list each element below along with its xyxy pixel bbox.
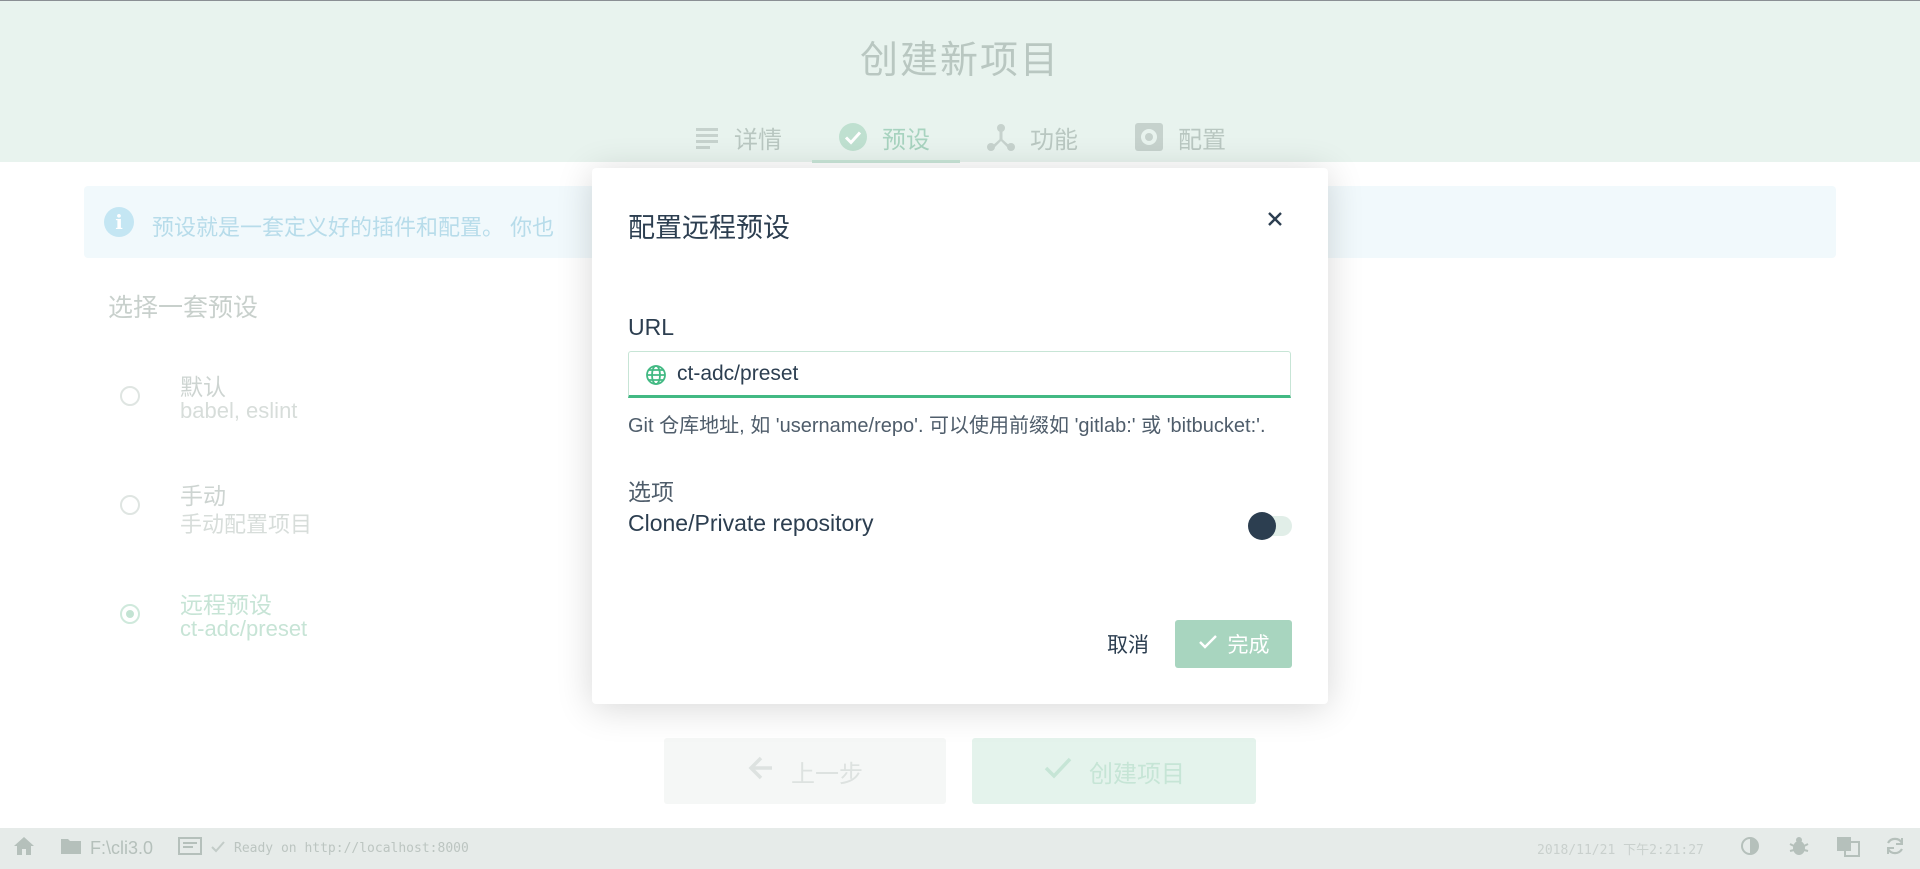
radio-button[interactable]	[120, 495, 140, 515]
url-field[interactable]	[628, 351, 1291, 398]
merge-icon	[986, 122, 1016, 152]
info-text: 预设就是一套定义好的插件和配置。 你也	[152, 215, 555, 240]
radio-button[interactable]	[120, 386, 140, 406]
step-tabs: 详情 预设 功能 配置	[0, 111, 1920, 163]
tab-presets-label: 预设	[882, 126, 930, 154]
done-label: 完成	[1227, 634, 1270, 657]
home-icon	[12, 835, 36, 862]
translate-icon	[1836, 835, 1860, 862]
preset-option-remote[interactable]: 远程预设 ct-adc/preset	[120, 586, 620, 650]
tab-config[interactable]: 配置	[1134, 111, 1226, 163]
folder-path: F:\cli3.0	[90, 838, 154, 858]
clock: 2018/11/21 下午2:21:27	[1537, 843, 1704, 858]
log-message: Ready on http://localhost:8000	[234, 841, 469, 856]
create-project-label: 创建项目	[1089, 760, 1185, 788]
remote-preset-dialog: 配置远程预设 URL Git 仓库地址, 如 'username/repo'. …	[592, 168, 1328, 704]
info-icon: i	[104, 207, 134, 237]
tab-presets[interactable]: 预设	[838, 111, 930, 163]
previous-step-button[interactable]: 上一步	[664, 738, 946, 804]
refresh-button[interactable]	[1884, 828, 1906, 869]
preset-option-manual[interactable]: 手动 手动配置项目	[120, 477, 620, 541]
status-bar: F:\cli3.0 Ready on http://localhost:8000…	[0, 828, 1920, 869]
create-project-button[interactable]: 创建项目	[972, 738, 1256, 804]
tab-features-label: 功能	[1030, 126, 1078, 154]
preset-name: 默认	[180, 374, 226, 400]
tab-details[interactable]: 详情	[694, 111, 782, 163]
active-tab-indicator	[812, 160, 960, 163]
done-button[interactable]: 完成	[1175, 620, 1292, 668]
clone-private-label: Clone/Private repository	[628, 510, 874, 536]
language-button[interactable]	[1836, 828, 1860, 869]
previous-step-label: 上一步	[791, 760, 863, 788]
url-help-text: Git 仓库地址, 如 'username/repo'. 可以使用前缀如 'gi…	[628, 415, 1266, 437]
close-icon	[1267, 211, 1283, 232]
settings-icon	[1134, 122, 1164, 152]
page-title: 创建新项目	[859, 40, 1060, 82]
check-icon	[210, 838, 226, 859]
refresh-icon	[1884, 835, 1906, 862]
list-icon	[694, 124, 720, 150]
tab-details-label: 详情	[734, 126, 782, 154]
preset-name: 手动	[180, 483, 226, 509]
tab-config-label: 配置	[1178, 126, 1226, 154]
cancel-button[interactable]: 取消	[1080, 620, 1176, 668]
preset-description: 手动配置项目	[180, 512, 313, 537]
globe-icon	[645, 364, 667, 391]
close-button[interactable]	[1260, 206, 1290, 236]
preset-name: 远程预设	[180, 592, 272, 618]
radio-button-checked[interactable]	[120, 604, 140, 624]
preset-description: ct-adc/preset	[180, 616, 308, 641]
url-input[interactable]	[677, 352, 1277, 396]
section-title: 选择一套预设	[108, 294, 259, 322]
check-icon	[1043, 755, 1073, 788]
preset-description: babel, eslint	[180, 398, 298, 423]
current-folder[interactable]: F:\cli3.0	[60, 828, 153, 869]
contrast-icon	[1740, 836, 1760, 861]
options-label: 选项	[628, 479, 674, 505]
folder-icon	[60, 837, 82, 860]
check-circle-icon	[838, 122, 868, 152]
clone-private-toggle[interactable]	[1248, 512, 1292, 540]
home-button[interactable]	[12, 828, 36, 869]
bug-icon	[1788, 835, 1810, 862]
tab-features[interactable]: 功能	[986, 111, 1078, 163]
arrow-left-icon	[747, 754, 775, 789]
check-icon	[1198, 632, 1218, 656]
url-label: URL	[628, 314, 675, 340]
page-header: 创建新项目 详情 预设 功能 配置	[0, 1, 1920, 163]
dark-mode-button[interactable]	[1740, 828, 1760, 869]
dialog-title: 配置远程预设	[628, 213, 790, 243]
console-icon	[178, 836, 202, 861]
report-bug-button[interactable]	[1788, 828, 1810, 869]
toggle-knob	[1248, 512, 1276, 540]
console-log[interactable]: Ready on http://localhost:8000	[178, 828, 469, 869]
preset-option-default[interactable]: 默认 babel, eslint	[120, 368, 620, 432]
